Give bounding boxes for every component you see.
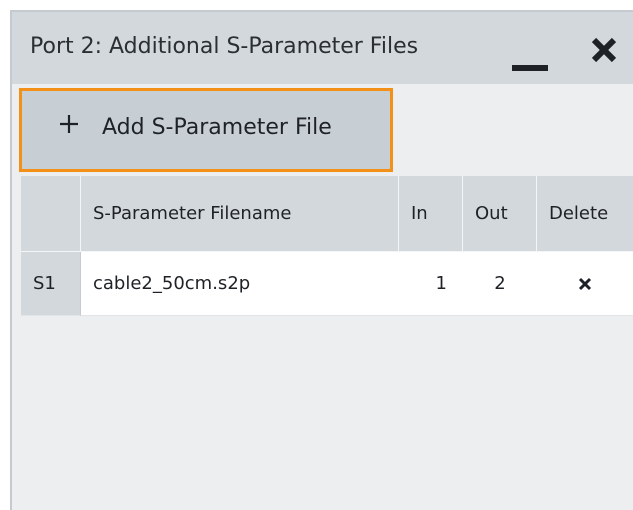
- plus-icon: [60, 115, 78, 133]
- minimize-button[interactable]: [508, 30, 556, 71]
- add-s-parameter-file-button[interactable]: Add S-Parameter File: [19, 88, 393, 172]
- column-header-in: In: [399, 176, 463, 252]
- column-header-out: Out: [463, 176, 537, 252]
- cell-filename[interactable]: cable2_50cm.s2p: [81, 252, 399, 316]
- column-header-filename: S-Parameter Filename: [81, 176, 399, 252]
- column-header-delete: Delete: [537, 176, 633, 252]
- add-s-parameter-file-label: Add S-Parameter File: [102, 115, 332, 140]
- dialog-titlebar: Port 2: Additional S-Parameter Files: [12, 12, 633, 84]
- close-button[interactable]: [584, 30, 624, 70]
- s-parameter-files-dialog: Port 2: Additional S-Parameter Files Add…: [10, 10, 633, 510]
- dialog-toolbar: Add S-Parameter File: [12, 84, 633, 174]
- row-header-s1[interactable]: S1: [21, 252, 81, 316]
- header-corner-cell: [21, 176, 81, 252]
- minimize-icon: [512, 65, 548, 71]
- delete-x-icon: [578, 277, 592, 290]
- close-icon: [591, 37, 617, 63]
- cell-out-port[interactable]: 2: [463, 252, 537, 316]
- s-parameter-files-table: S-Parameter Filename In Out Delete S1 ca…: [21, 176, 633, 510]
- cell-in-port[interactable]: 1: [399, 252, 463, 316]
- dialog-title: Port 2: Additional S-Parameter Files: [30, 34, 419, 59]
- delete-row-button[interactable]: [537, 252, 633, 316]
